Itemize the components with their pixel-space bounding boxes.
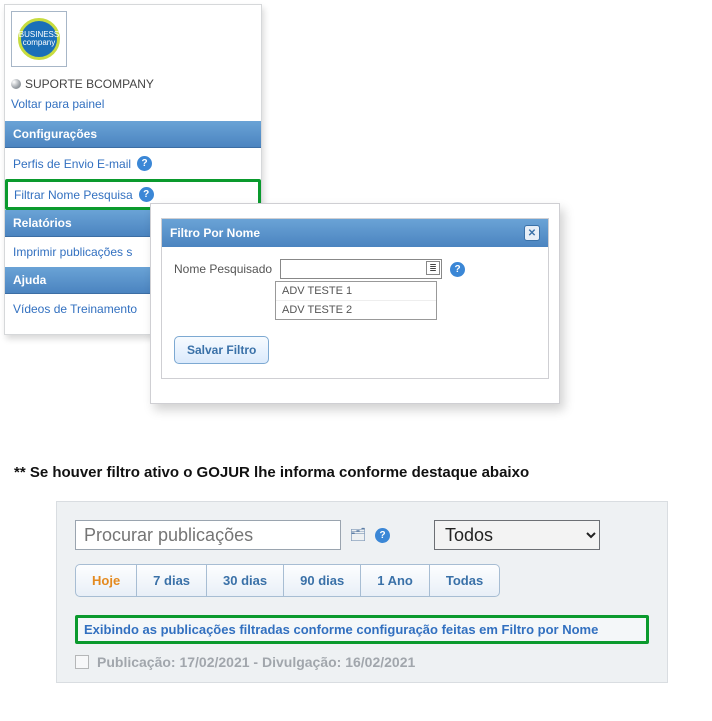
label-nome-pesquisado: Nome Pesquisado	[174, 262, 272, 276]
filter-inner: Filtro Por Nome ✕ Nome Pesquisado ≣ ? AD…	[161, 218, 549, 379]
section-header-config: Configurações	[5, 121, 261, 148]
row-checkbox[interactable]	[75, 655, 89, 669]
info-note: ** Se houver filtro ativo o GOJUR lhe in…	[14, 464, 698, 481]
logo-container: BUSINESS company	[5, 5, 261, 73]
tab-90dias[interactable]: 90 dias	[284, 565, 361, 596]
search-row: 🗂 ? Todos	[75, 520, 649, 550]
dropdown-option[interactable]: ADV TESTE 2	[276, 300, 436, 319]
dropdown-handle-icon[interactable]: ≣	[426, 261, 440, 275]
help-icon[interactable]: ?	[375, 528, 390, 543]
help-icon[interactable]: ?	[450, 262, 465, 277]
popover-header: Filtro Por Nome ✕	[162, 219, 548, 247]
active-filter-banner: Exibindo as publicações filtradas confor…	[75, 615, 649, 644]
search-action-icon[interactable]: 🗂	[349, 526, 367, 544]
nome-dropdown-list: ADV TESTE 1 ADV TESTE 2	[275, 281, 437, 320]
date-range-tabs: Hoje 7 dias 30 dias 90 dias 1 Ano Todas	[75, 564, 500, 597]
sidebar-item-label: Filtrar Nome Pesquisa	[14, 188, 133, 202]
save-filter-button[interactable]: Salvar Filtro	[174, 336, 269, 364]
help-icon[interactable]: ?	[137, 156, 152, 171]
help-icon[interactable]: ?	[139, 187, 154, 202]
tab-hoje[interactable]: Hoje	[76, 565, 137, 596]
tab-7dias[interactable]: 7 dias	[137, 565, 207, 596]
result-row: Publicação: 17/02/2021 - Divulgação: 16/…	[75, 654, 649, 670]
status-select[interactable]: Todos	[434, 520, 600, 550]
user-name: SUPORTE BCOMPANY	[25, 77, 154, 91]
status-dot-icon	[11, 79, 21, 89]
filter-popover: Filtro Por Nome ✕ Nome Pesquisado ≣ ? AD…	[150, 203, 560, 404]
sidebar-item-label: Perfis de Envio E-mail	[13, 157, 131, 171]
close-icon[interactable]: ✕	[524, 225, 540, 241]
back-link-wrap: Voltar para painel	[5, 97, 261, 121]
sidebar-item-perfis[interactable]: Perfis de Envio E-mail ?	[5, 148, 261, 179]
result-line-text: Publicação: 17/02/2021 - Divulgação: 16/…	[97, 654, 415, 670]
sidebar-item-label: Imprimir publicações s	[13, 245, 132, 259]
logo-text: BUSINESS company	[18, 18, 60, 60]
back-to-panel-link[interactable]: Voltar para painel	[11, 97, 104, 111]
company-logo: BUSINESS company	[11, 11, 67, 67]
popover-body: Nome Pesquisado ≣ ? ADV TESTE 1 ADV TEST…	[162, 247, 548, 322]
nome-pesquisado-input[interactable]	[280, 259, 442, 279]
dropdown-option[interactable]: ADV TESTE 1	[276, 282, 436, 300]
publications-panel: 🗂 ? Todos Hoje 7 dias 30 dias 90 dias 1 …	[56, 501, 668, 683]
sidebar-item-label: Vídeos de Treinamento	[13, 302, 137, 316]
search-input[interactable]	[75, 520, 341, 550]
tab-30dias[interactable]: 30 dias	[207, 565, 284, 596]
popover-title: Filtro Por Nome	[170, 226, 260, 240]
tab-todas[interactable]: Todas	[430, 565, 499, 596]
user-line: SUPORTE BCOMPANY	[5, 73, 261, 97]
tab-1ano[interactable]: 1 Ano	[361, 565, 430, 596]
